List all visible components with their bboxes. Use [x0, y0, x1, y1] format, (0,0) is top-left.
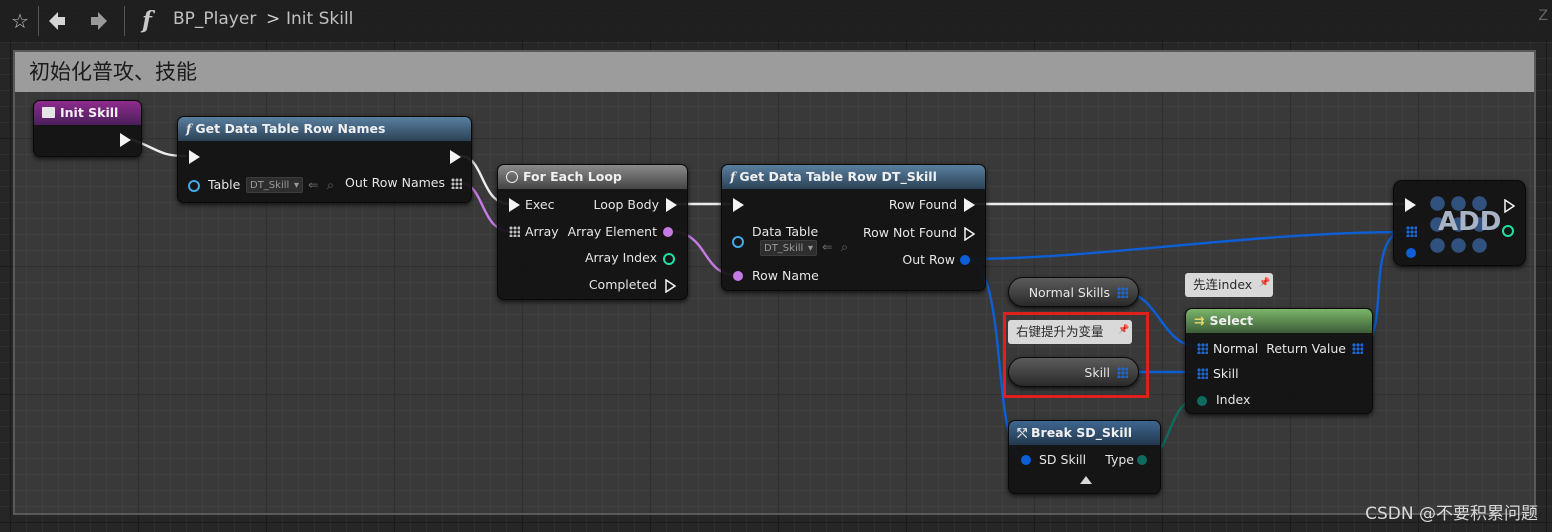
get-data-table-row-title: Get Data Table Row DT_Skill: [739, 169, 937, 184]
search-icon[interactable]: ⌕: [841, 239, 848, 255]
return-value-label: Return Value: [1266, 341, 1346, 356]
row-not-found-pin[interactable]: [964, 226, 976, 242]
chevron-down-icon: ▾: [807, 243, 813, 254]
array-label: Array: [525, 224, 559, 239]
init-skill-title: Init Skill: [60, 105, 119, 120]
connect-index-text: 先连index: [1193, 277, 1253, 292]
exec-in-pin[interactable]: [733, 198, 744, 212]
target-array-pin[interactable]: [1406, 226, 1417, 237]
normal-skills-pin[interactable]: [1117, 287, 1128, 298]
init-skill-header[interactable]: Init Skill: [34, 101, 141, 125]
normal-skills-label: Normal Skills: [1028, 285, 1110, 300]
chevron-down-icon: ▾: [293, 180, 299, 191]
index-out-pin[interactable]: [1502, 225, 1514, 237]
table-dropdown-value: DT_Skill: [250, 180, 290, 191]
index-pin[interactable]: [1197, 396, 1207, 406]
return-value-pin[interactable]: [1352, 343, 1363, 354]
exec-out-pin[interactable]: [1504, 198, 1516, 214]
row-not-found-label: Row Not Found: [862, 225, 957, 240]
data-table-dropdown[interactable]: DT_Skill ▾: [760, 240, 817, 256]
index-label: Index: [1216, 392, 1251, 407]
new-item-pin[interactable]: [1406, 248, 1416, 258]
row-found-label: Row Found: [888, 197, 957, 212]
select-header[interactable]: ⇉ Select: [1186, 309, 1372, 333]
struct-wire: [965, 230, 1409, 261]
array-add-node[interactable]: ADD: [1393, 180, 1526, 266]
browse-arrow-icon[interactable]: ⇐: [822, 239, 832, 254]
table-label: Table: [208, 177, 241, 192]
break-sd-skill-header[interactable]: ⤲ Break SD_Skill: [1009, 421, 1160, 445]
loop-body-pin[interactable]: [666, 198, 677, 212]
normal-option-pin[interactable]: [1197, 343, 1208, 354]
table-pin[interactable]: [188, 180, 200, 192]
function-entry-icon: [42, 107, 55, 118]
data-table-pin[interactable]: [732, 236, 744, 248]
for-each-loop-title: For Each Loop: [523, 169, 622, 184]
get-row-names-header[interactable]: f Get Data Table Row Names: [178, 117, 471, 141]
normal-skills-variable[interactable]: Normal Skills: [1008, 277, 1139, 307]
completed-pin[interactable]: [665, 278, 677, 294]
select-node[interactable]: ⇉ Select Normal Return Value Skill Index: [1185, 308, 1373, 414]
row-name-pin[interactable]: [733, 271, 743, 281]
get-row-names-title: Get Data Table Row Names: [195, 121, 386, 136]
break-sd-skill-title: Break SD_Skill: [1031, 425, 1133, 440]
function-icon: f: [186, 121, 192, 136]
exec-in-pin[interactable]: [189, 150, 200, 164]
type-label: Type: [1105, 452, 1134, 467]
out-row-label: Out Row: [902, 252, 955, 267]
array-element-label: Array Element: [567, 224, 657, 239]
macro-icon: [506, 171, 518, 183]
highlight-box: [1003, 312, 1149, 398]
break-struct-icon: ⤲: [1017, 425, 1028, 440]
exec-in-pin[interactable]: [1405, 198, 1416, 212]
loop-body-label: Loop Body: [593, 197, 659, 212]
expand-arrow-icon[interactable]: [1080, 476, 1092, 484]
table-dropdown[interactable]: DT_Skill ▾: [246, 177, 303, 193]
out-row-names-label: Out Row Names: [345, 175, 445, 190]
array-index-label: Array Index: [584, 250, 657, 265]
row-name-label: Row Name: [752, 268, 819, 283]
type-pin[interactable]: [1137, 455, 1147, 465]
for-each-loop-node[interactable]: For Each Loop Exec Loop Body Array Array…: [497, 164, 688, 300]
out-row-pin[interactable]: [960, 255, 970, 265]
exec-out-pin[interactable]: [120, 133, 131, 147]
exec-in-pin[interactable]: [509, 198, 520, 212]
browse-arrow-icon[interactable]: ⇐: [308, 177, 318, 192]
get-data-table-row-header[interactable]: f Get Data Table Row DT_Skill: [722, 165, 985, 189]
connect-index-tooltip: 先连index 📌: [1185, 273, 1273, 297]
completed-label: Completed: [588, 277, 657, 292]
row-found-pin[interactable]: [964, 198, 975, 212]
array-add-title: ADD: [1438, 207, 1502, 237]
break-sd-skill-node[interactable]: ⤲ Break SD_Skill SD Skill Type: [1008, 420, 1161, 494]
select-icon: ⇉: [1194, 313, 1205, 328]
array-in-pin[interactable]: [509, 226, 520, 237]
data-table-label: Data Table: [752, 224, 819, 239]
get-row-names-node[interactable]: f Get Data Table Row Names Table DT_Skill…: [177, 116, 472, 203]
array-pin[interactable]: [451, 178, 462, 189]
normal-option-label: Normal: [1213, 341, 1259, 356]
function-icon: f: [730, 169, 736, 184]
init-skill-node[interactable]: Init Skill: [33, 100, 142, 157]
select-title: Select: [1209, 313, 1254, 328]
for-each-loop-header[interactable]: For Each Loop: [498, 165, 687, 189]
get-data-table-row-node[interactable]: f Get Data Table Row DT_Skill Row Found D…: [721, 164, 986, 291]
exec-label: Exec: [525, 197, 555, 212]
skill-option-label: Skill: [1213, 366, 1239, 381]
pin-note-icon: 📌: [1259, 278, 1271, 288]
sd-skill-pin[interactable]: [1021, 455, 1031, 465]
skill-option-pin[interactable]: [1197, 368, 1208, 379]
data-table-dropdown-value: DT_Skill: [764, 243, 804, 254]
sd-skill-label: SD Skill: [1039, 452, 1087, 467]
array-index-pin[interactable]: [663, 253, 675, 265]
exec-out-pin[interactable]: [450, 150, 461, 164]
watermark: CSDN @不要积累问题: [1365, 504, 1538, 524]
search-icon[interactable]: ⌕: [327, 177, 334, 193]
array-element-pin[interactable]: [663, 227, 673, 237]
